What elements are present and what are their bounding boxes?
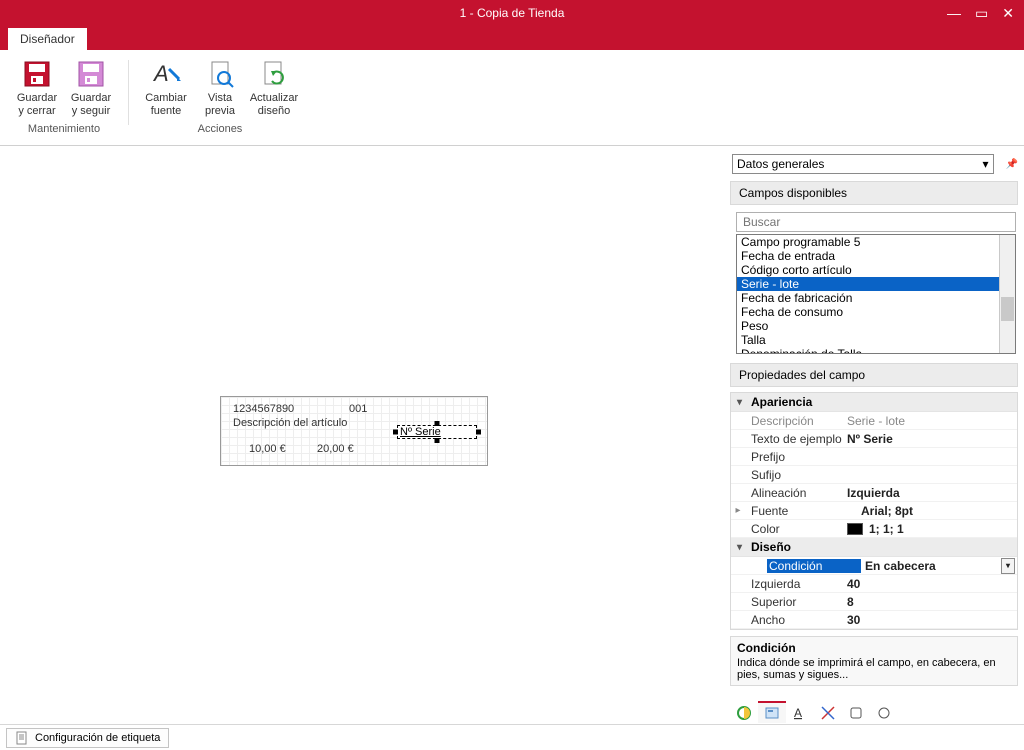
label-preview[interactable]: 1234567890 001 Descripción del artículo … bbox=[220, 396, 488, 466]
prop-font[interactable]: ▸FuenteArial; 8pt bbox=[731, 502, 1017, 520]
chevron-down-icon[interactable]: ▾ bbox=[1001, 558, 1015, 574]
list-item[interactable]: Talla bbox=[737, 333, 999, 347]
color-swatch bbox=[847, 523, 863, 535]
scrollbar[interactable] bbox=[999, 235, 1015, 353]
section-appearance[interactable]: ▾Apariencia bbox=[731, 393, 1017, 412]
chevron-down-icon: ▾ bbox=[983, 157, 989, 171]
tab-icon-1[interactable] bbox=[730, 701, 758, 723]
prop-suffix[interactable]: Sufijo bbox=[731, 466, 1017, 484]
tab-icon-3[interactable]: A bbox=[786, 701, 814, 723]
property-grid[interactable]: ▾Apariencia DescripciónSerie - lote Text… bbox=[730, 392, 1018, 630]
minimize-icon[interactable]: — bbox=[947, 5, 961, 21]
pin-icon[interactable]: 📌 bbox=[1006, 159, 1018, 170]
ribbon-group-maintenance-label: Mantenimiento bbox=[28, 121, 100, 137]
list-item[interactable]: Código corto artículo bbox=[737, 263, 999, 277]
ribbon: Guardary cerrar Guardary seguir Mantenim… bbox=[0, 50, 1024, 146]
side-panel: Datos generales ▾ 📌 Campos disponibles C… bbox=[728, 146, 1024, 724]
maximize-icon[interactable]: ▭ bbox=[975, 5, 988, 22]
save-continue-button[interactable]: Guardary seguir bbox=[64, 54, 118, 121]
save-close-icon bbox=[21, 58, 53, 90]
config-label-text: Configuración de etiqueta bbox=[35, 732, 160, 744]
preview-selected-field[interactable]: Nº Serie bbox=[397, 425, 477, 439]
list-item[interactable]: Campo programable 5 bbox=[737, 235, 999, 249]
prop-alignment[interactable]: AlineaciónIzquierda bbox=[731, 484, 1017, 502]
tab-strip: Diseñador bbox=[0, 26, 1024, 50]
refresh-icon bbox=[258, 58, 290, 90]
list-item[interactable]: Fecha de fabricación bbox=[737, 291, 999, 305]
tab-icon-5[interactable] bbox=[842, 701, 870, 723]
font-icon: A bbox=[150, 58, 182, 90]
ribbon-group-maintenance: Guardary cerrar Guardary seguir Mantenim… bbox=[4, 54, 124, 145]
svg-text:A: A bbox=[152, 61, 169, 86]
help-title: Condición bbox=[737, 641, 1011, 655]
svg-text:A: A bbox=[794, 706, 802, 720]
save-continue-icon bbox=[75, 58, 107, 90]
preview-label: Vistaprevia bbox=[205, 92, 235, 117]
ribbon-group-actions-label: Acciones bbox=[198, 121, 243, 137]
prop-sample-text[interactable]: Texto de ejemploNº Serie bbox=[731, 430, 1017, 448]
change-font-button[interactable]: A Cambiarfuente bbox=[139, 54, 193, 121]
preview-price1[interactable]: 10,00 € bbox=[249, 443, 286, 455]
list-item-selected[interactable]: Serie - lote bbox=[737, 277, 999, 291]
panel-selector[interactable]: Datos generales ▾ bbox=[732, 154, 994, 174]
prop-left[interactable]: Izquierda40 bbox=[731, 575, 1017, 593]
ribbon-group-actions: A Cambiarfuente Vistaprevia Actualizardi… bbox=[133, 54, 307, 145]
available-fields-list[interactable]: Campo programable 5 Fecha de entrada Cód… bbox=[737, 235, 999, 353]
list-item[interactable]: Peso bbox=[737, 319, 999, 333]
close-icon[interactable]: ✕ bbox=[1002, 5, 1014, 22]
tab-icon-2[interactable] bbox=[758, 701, 786, 723]
list-item[interactable]: Fecha de consumo bbox=[737, 305, 999, 319]
save-close-button[interactable]: Guardary cerrar bbox=[10, 54, 64, 121]
refresh-design-button[interactable]: Actualizardiseño bbox=[247, 54, 301, 121]
list-item[interactable]: Fecha de entrada bbox=[737, 249, 999, 263]
help-panel: Condición Indica dónde se imprimirá el c… bbox=[730, 636, 1018, 686]
prop-top[interactable]: Superior8 bbox=[731, 593, 1017, 611]
tab-designer[interactable]: Diseñador bbox=[8, 28, 87, 50]
list-item[interactable]: Denominación de Talla bbox=[737, 347, 999, 353]
preview-icon bbox=[204, 58, 236, 90]
preview-desc[interactable]: Descripción del artículo bbox=[233, 417, 347, 429]
save-continue-label: Guardary seguir bbox=[71, 92, 111, 117]
document-icon bbox=[15, 731, 29, 745]
search-input[interactable] bbox=[736, 212, 1016, 232]
tab-icon-6[interactable] bbox=[870, 701, 898, 723]
prop-description[interactable]: DescripciónSerie - lote bbox=[731, 412, 1017, 430]
panel-selector-value: Datos generales bbox=[737, 157, 824, 171]
prop-color[interactable]: Color1; 1; 1 bbox=[731, 520, 1017, 538]
prop-prefix[interactable]: Prefijo bbox=[731, 448, 1017, 466]
refresh-design-label: Actualizardiseño bbox=[250, 92, 298, 117]
section-design[interactable]: ▾Diseño bbox=[731, 538, 1017, 557]
window-title: 1 - Copia de Tienda bbox=[0, 6, 1024, 20]
save-close-label: Guardary cerrar bbox=[17, 92, 57, 117]
help-body: Indica dónde se imprimirá el campo, en c… bbox=[737, 657, 1011, 681]
preview-button[interactable]: Vistaprevia bbox=[193, 54, 247, 121]
available-fields-header: Campos disponibles bbox=[730, 181, 1018, 205]
properties-header: Propiedades del campo bbox=[730, 363, 1018, 387]
status-bar: Configuración de etiqueta bbox=[0, 724, 1024, 750]
prop-width[interactable]: Ancho30 bbox=[731, 611, 1017, 629]
tab-icon-4[interactable] bbox=[814, 701, 842, 723]
change-font-label: Cambiarfuente bbox=[145, 92, 187, 117]
side-panel-tabs: A bbox=[730, 700, 1024, 724]
prop-condition[interactable]: Condición En cabecera▾ bbox=[731, 557, 1017, 575]
preview-price2[interactable]: 20,00 € bbox=[317, 443, 354, 455]
preview-seq[interactable]: 001 bbox=[349, 403, 367, 415]
config-label-button[interactable]: Configuración de etiqueta bbox=[6, 728, 169, 748]
design-canvas[interactable]: 1234567890 001 Descripción del artículo … bbox=[0, 146, 728, 724]
title-bar: 1 - Copia de Tienda — ▭ ✕ bbox=[0, 0, 1024, 26]
preview-code[interactable]: 1234567890 bbox=[233, 403, 294, 415]
